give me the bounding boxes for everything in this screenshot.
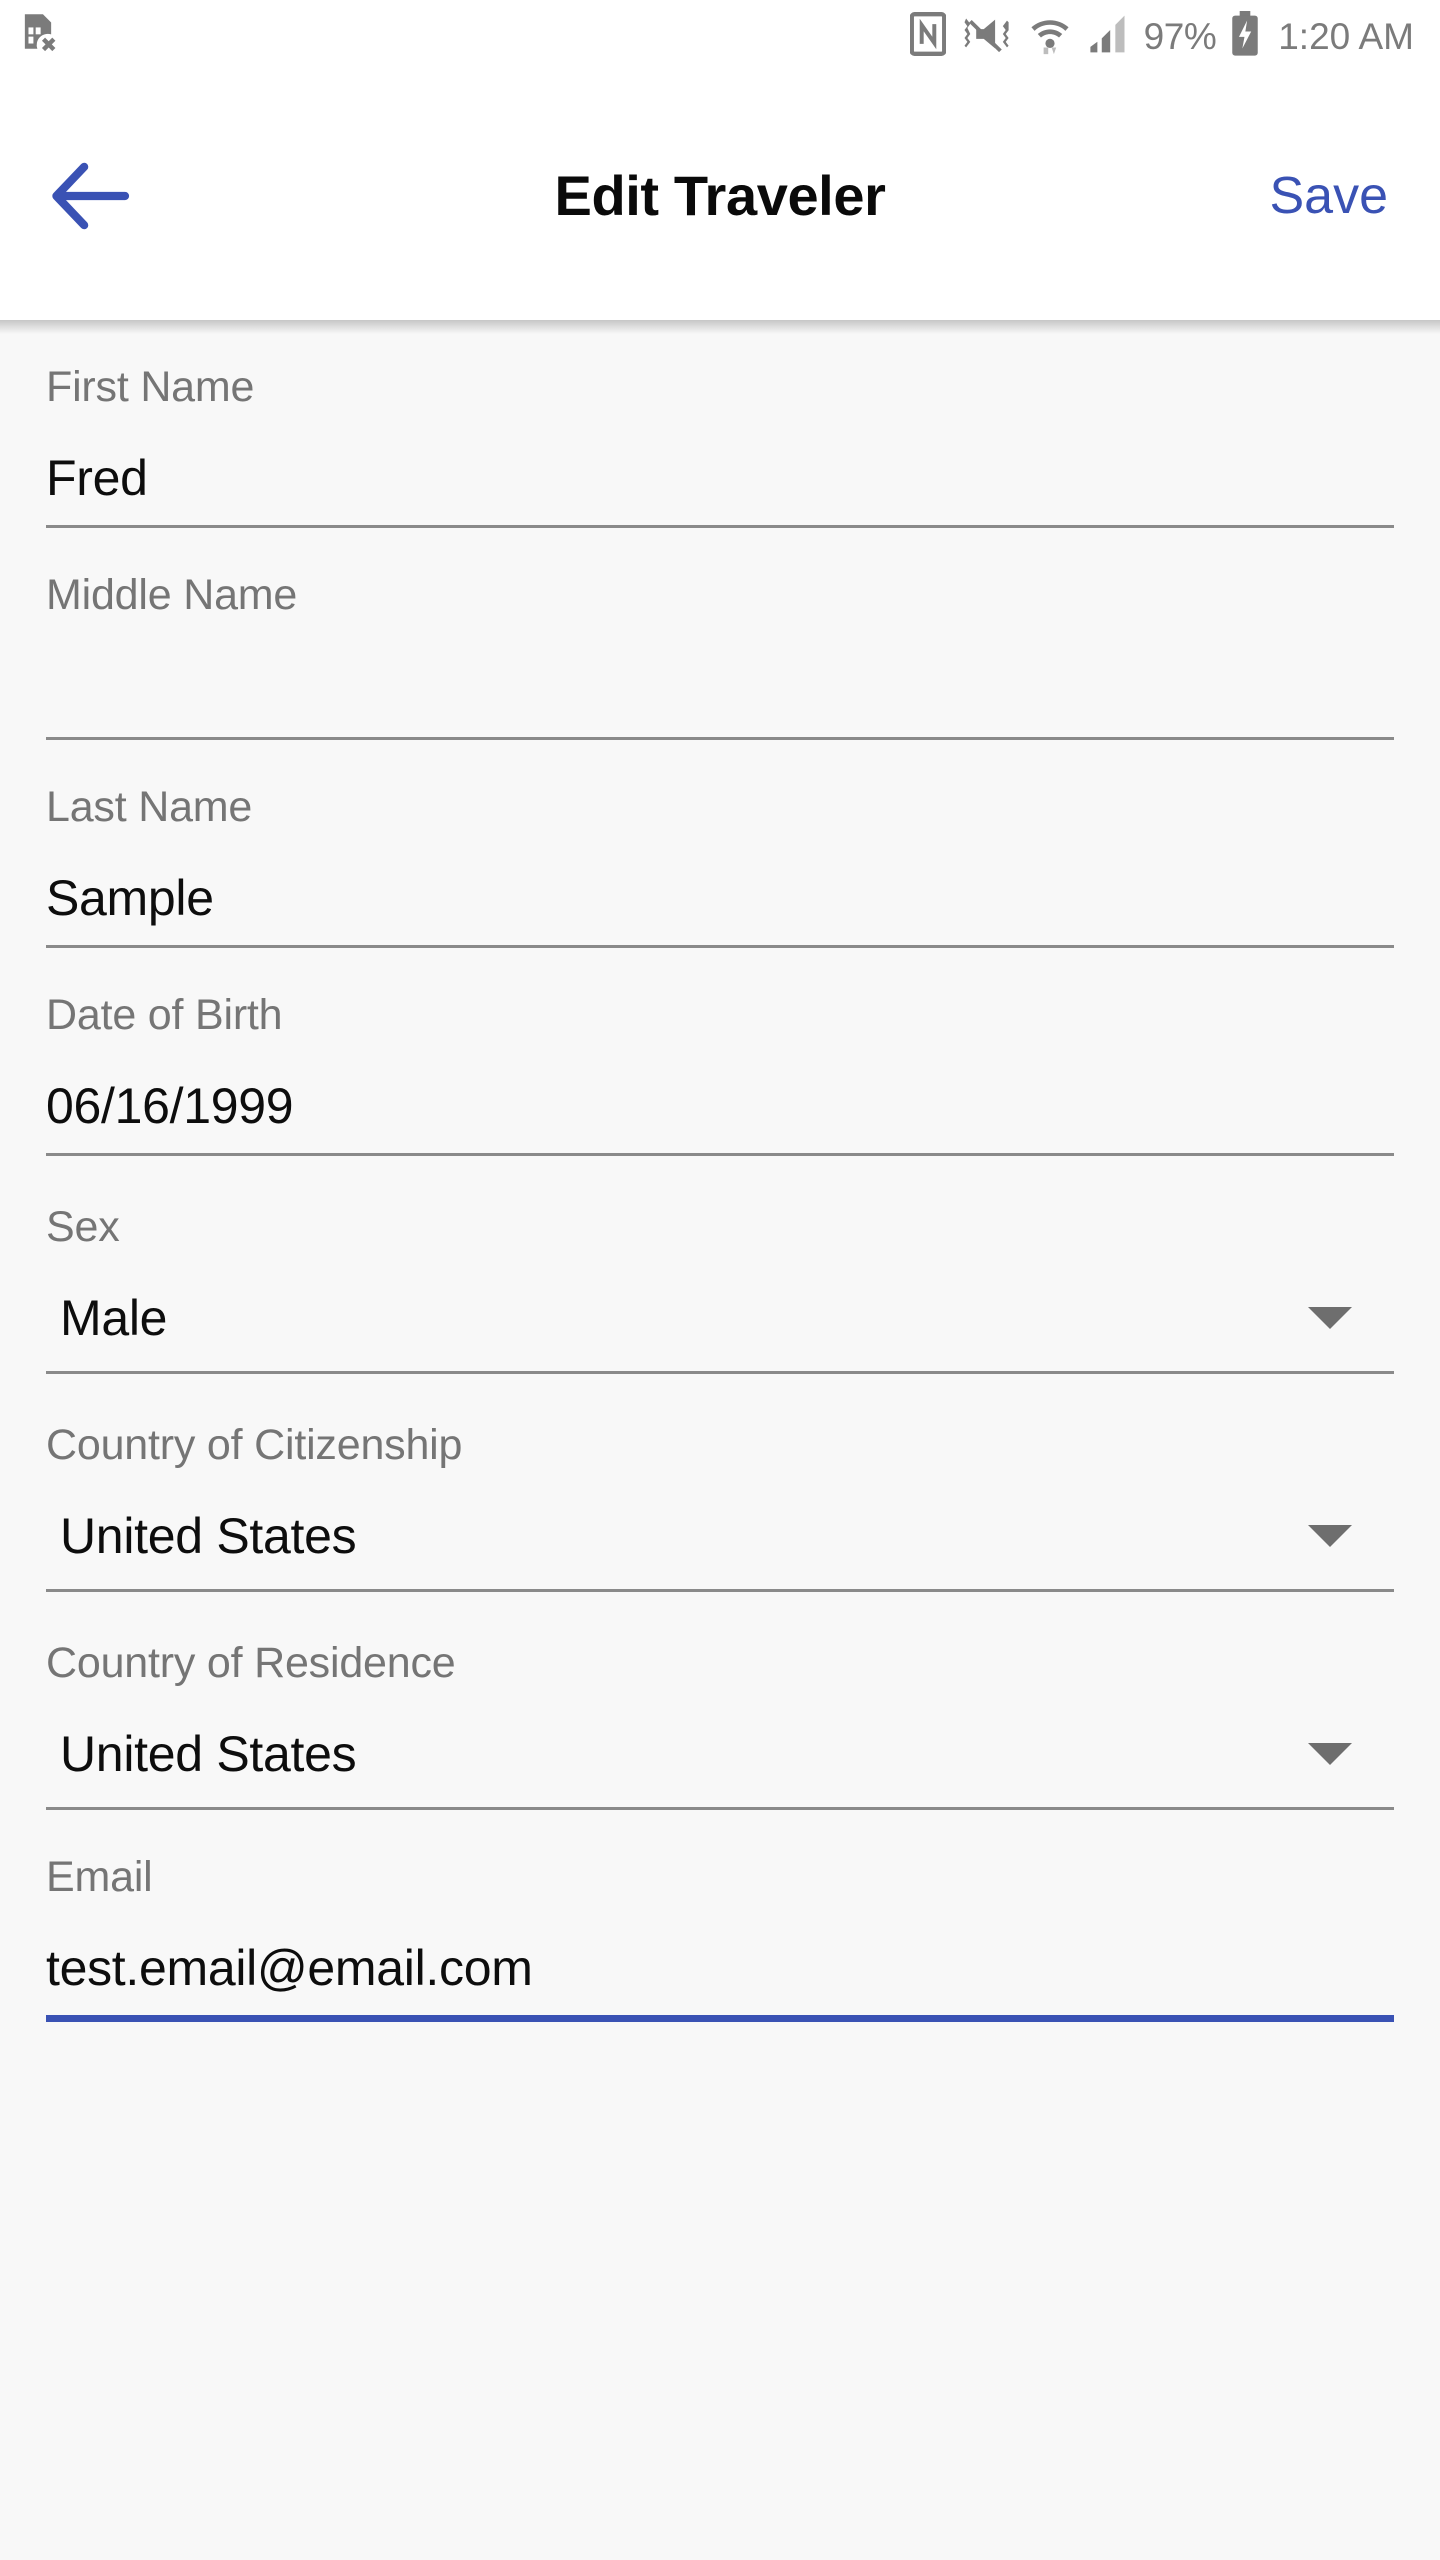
field-input-middle-name[interactable] — [46, 617, 1394, 737]
app-bar: Edit Traveler Save — [0, 72, 1440, 334]
dropdown-value-country-of-residence: United States — [60, 1726, 357, 1782]
field-email: Email test.email@email.com — [46, 1810, 1394, 2022]
field-first-name: First Name Fred — [46, 320, 1394, 528]
cellular-signal-icon — [1086, 12, 1130, 61]
status-bar-left-icons — [18, 11, 58, 62]
field-label-sex: Sex — [46, 1203, 120, 1251]
battery-charging-icon — [1230, 10, 1260, 62]
battery-percent-label: 97% — [1143, 15, 1217, 57]
vibrate-mute-icon — [960, 12, 1014, 61]
sim-card-missing-icon — [18, 11, 58, 62]
field-middle-name: Middle Name — [46, 528, 1394, 740]
field-label-country-of-residence: Country of Residence — [46, 1639, 456, 1687]
dropdown-value-country-of-citizenship: United States — [60, 1508, 357, 1564]
nfc-icon — [909, 11, 947, 61]
dropdown-country-of-residence[interactable]: United States — [46, 1685, 1394, 1807]
field-last-name: Last Name Sample — [46, 740, 1394, 948]
field-label-country-of-citizenship: Country of Citizenship — [46, 1421, 463, 1469]
dropdown-country-of-citizenship[interactable]: United States — [46, 1467, 1394, 1589]
field-country-of-residence: Country of Residence United States — [46, 1592, 1394, 1810]
chevron-down-icon — [1308, 1525, 1352, 1547]
field-label-email: Email — [46, 1853, 153, 1901]
traveler-form: First Name Fred Middle Name Last Name Sa… — [0, 320, 1440, 2560]
chevron-down-icon — [1308, 1743, 1352, 1765]
save-button[interactable]: Save — [1269, 170, 1388, 222]
field-input-date-of-birth[interactable]: 06/16/1999 — [46, 1037, 1394, 1153]
field-country-of-citizenship: Country of Citizenship United States — [46, 1374, 1394, 1592]
chevron-down-icon — [1308, 1307, 1352, 1329]
field-sex: Sex Male — [46, 1156, 1394, 1374]
field-label-last-name: Last Name — [46, 783, 253, 831]
status-bar-clock: 1:20 AM — [1278, 15, 1414, 57]
field-date-of-birth: Date of Birth 06/16/1999 — [46, 948, 1394, 1156]
field-input-email[interactable]: test.email@email.com — [46, 1899, 1394, 2015]
dropdown-sex[interactable]: Male — [46, 1249, 1394, 1371]
status-bar-right-icons: 97% 1:20 AM — [909, 10, 1414, 62]
field-underline-email — [46, 2015, 1394, 2022]
dropdown-value-sex: Male — [60, 1290, 168, 1346]
phone-screen: 97% 1:20 AM Edit Traveler Save First Nam… — [0, 0, 1440, 2560]
field-input-last-name[interactable]: Sample — [46, 829, 1394, 945]
status-bar: 97% 1:20 AM — [0, 0, 1440, 72]
field-label-middle-name: Middle Name — [46, 571, 298, 619]
wifi-icon — [1028, 11, 1072, 62]
field-label-date-of-birth: Date of Birth — [46, 991, 283, 1039]
field-input-first-name[interactable]: Fred — [46, 409, 1394, 525]
page-title: Edit Traveler — [554, 164, 886, 227]
field-label-first-name: First Name — [46, 363, 255, 411]
